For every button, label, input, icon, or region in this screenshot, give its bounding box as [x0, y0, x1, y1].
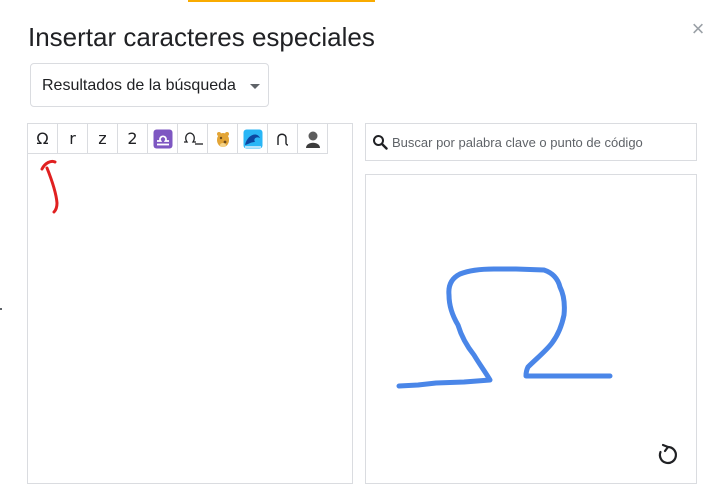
drawn-stroke: [396, 266, 613, 389]
red-arrow-annotation: [40, 159, 59, 214]
search-icon: [373, 135, 388, 150]
result-cell-giraffe[interactable]: [208, 124, 238, 154]
search-input[interactable]: [392, 130, 692, 154]
result-cell-small-omega[interactable]: [268, 124, 298, 154]
close-icon[interactable]: ×: [688, 18, 708, 40]
wave-emoji-icon: [243, 129, 262, 148]
small-omega-icon: [276, 133, 288, 146]
handwriting-canvas[interactable]: [365, 174, 697, 484]
result-cell-libra[interactable]: [148, 124, 178, 154]
giraffe-emoji-icon: [216, 131, 229, 147]
results-panel: Ω r z 2: [27, 123, 353, 484]
result-cell-latin-r[interactable]: r: [58, 124, 88, 154]
search-box[interactable]: [365, 123, 697, 161]
dialog-title: Insertar caracteres especiales: [28, 22, 375, 52]
libra-emoji-icon: [153, 129, 172, 148]
category-dropdown-label: Resultados de la búsqueda: [42, 77, 236, 94]
category-dropdown[interactable]: Resultados de la búsqueda: [30, 63, 269, 107]
results-grid: Ω r z 2: [28, 124, 328, 154]
result-cell-omega[interactable]: Ω: [28, 124, 58, 154]
result-cell-digit-two[interactable]: 2: [118, 124, 148, 154]
omega-stroke-icon: [183, 131, 203, 145]
bust-silhouette-icon: [305, 131, 320, 148]
result-cell-bust[interactable]: [298, 124, 328, 154]
reset-icon[interactable]: [656, 443, 680, 467]
special-characters-dialog: Insertar caracteres especiales × Resulta…: [0, 0, 723, 492]
result-cell-omega-stroke[interactable]: [178, 124, 208, 154]
edge-mark: [0, 308, 2, 310]
chevron-down-icon: [250, 84, 260, 89]
result-cell-latin-z[interactable]: z: [88, 124, 118, 154]
result-cell-water-wave[interactable]: [238, 124, 268, 154]
